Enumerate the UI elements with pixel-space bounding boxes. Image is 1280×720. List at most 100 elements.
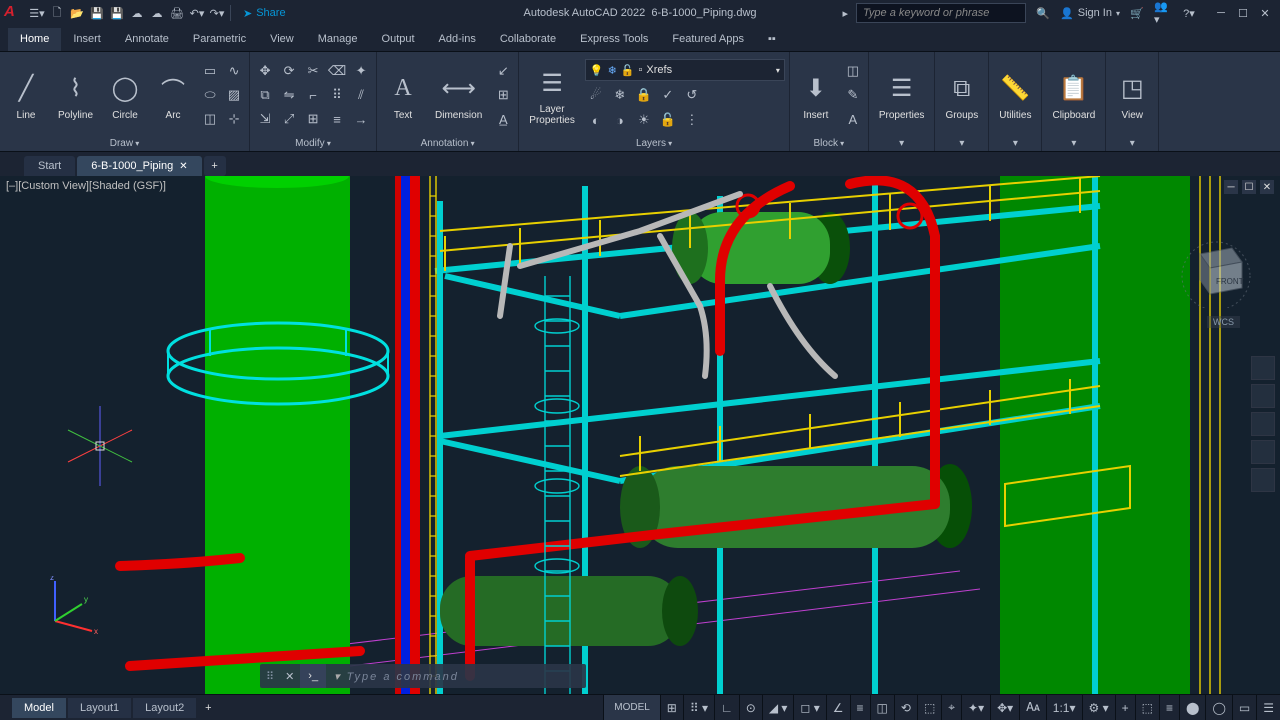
status-snap-icon[interactable]: ⠿ ▾	[683, 695, 714, 720]
copy-icon[interactable]: ⧉	[254, 84, 276, 106]
status-qprops-icon[interactable]: ≡	[1159, 695, 1179, 720]
create-block-icon[interactable]: ◫	[842, 60, 864, 82]
status-3dosnap-icon[interactable]: ⬚	[917, 695, 941, 720]
layer-lock-icon[interactable]: 🔒	[633, 84, 655, 106]
signin-button[interactable]: 👤 Sign In ▾	[1060, 7, 1120, 20]
share-button[interactable]: ➤ Share	[243, 7, 286, 20]
panel-utilities-expand[interactable]: ▾	[993, 136, 1037, 151]
maximize-icon[interactable]: ☐	[1234, 4, 1252, 22]
plot-icon[interactable]: 🖨	[168, 4, 186, 22]
nav-showmotion-icon[interactable]	[1251, 468, 1275, 492]
layer-properties-button[interactable]: ☰Layer Properties	[523, 62, 581, 128]
layer-dropdown[interactable]: 💡❄🔓▫ Xrefs ▾	[585, 59, 785, 81]
search-icon[interactable]: 🔍	[1034, 4, 1052, 22]
properties-button[interactable]: ☰Properties	[873, 68, 931, 123]
status-dynucs-icon[interactable]: ⌖	[941, 695, 961, 720]
redo-icon[interactable]: ↷▾	[208, 4, 226, 22]
file-tab-add-icon[interactable]: +	[204, 156, 226, 176]
status-cycling-icon[interactable]: ⟲	[894, 695, 917, 720]
layer-prev-icon[interactable]: ↺	[681, 84, 703, 106]
panel-groups-expand[interactable]: ▾	[939, 136, 984, 151]
layer-state-icon[interactable]: ⋮	[681, 109, 703, 131]
arrayrect-icon[interactable]: ⊞	[302, 108, 324, 130]
undo-icon[interactable]: ↶▾	[188, 4, 206, 22]
viewport-max-icon[interactable]: ☐	[1242, 180, 1256, 194]
view-button[interactable]: ◳View	[1110, 68, 1154, 123]
trim-icon[interactable]: ✂	[302, 60, 324, 82]
scale-icon[interactable]: ⤢	[278, 108, 300, 130]
status-scale-button[interactable]: 1:1 ▾	[1046, 695, 1082, 720]
status-model-button[interactable]: MODEL	[603, 695, 660, 720]
status-clean-icon[interactable]: ▭	[1232, 695, 1256, 720]
layout-tab-add-icon[interactable]: +	[198, 702, 218, 714]
groups-button[interactable]: ⧉Groups	[939, 68, 984, 123]
status-filter-icon[interactable]: ✦▾	[961, 695, 990, 720]
status-workspace-icon[interactable]: ⚙ ▾	[1082, 695, 1115, 720]
tab-insert[interactable]: Insert	[61, 28, 113, 51]
array-icon[interactable]: ⠿	[326, 84, 348, 106]
extend-icon[interactable]: →	[350, 108, 372, 130]
tab-overflow-icon[interactable]: ▪▪	[756, 28, 788, 51]
tab-manage[interactable]: Manage	[306, 28, 370, 51]
arc-button[interactable]: ⌒Arc	[151, 68, 195, 123]
drawing-area[interactable]: [–][Custom View][Shaded (GSF)] ─ ☐ ✕	[0, 176, 1280, 694]
command-line[interactable]: ⠿ ✕ ›_ ▾ Type a command	[260, 664, 586, 688]
insert-block-button[interactable]: ⬇Insert	[794, 68, 838, 123]
layer-thaw-icon[interactable]: ☀	[633, 109, 655, 131]
stretch-icon[interactable]: ⇲	[254, 108, 276, 130]
app-store-icon[interactable]: 🛒	[1128, 4, 1146, 22]
cmd-grip-icon[interactable]: ⠿	[260, 670, 279, 683]
tab-home[interactable]: Home	[8, 28, 61, 51]
panel-layers-label[interactable]: Layers	[636, 138, 672, 149]
erase-icon[interactable]: ⌫	[326, 60, 348, 82]
tab-collaborate[interactable]: Collaborate	[488, 28, 568, 51]
panel-draw-label[interactable]: Draw	[110, 138, 140, 149]
qat-menu-icon[interactable]: ☰▾	[28, 4, 46, 22]
app-logo[interactable]: A	[4, 3, 24, 23]
offset-icon[interactable]: ⫽	[350, 84, 372, 106]
nav-pan-icon[interactable]	[1251, 384, 1275, 408]
layer-unlock-icon[interactable]: 🔓	[657, 109, 679, 131]
tab-output[interactable]: Output	[370, 28, 427, 51]
viewport-close-icon[interactable]: ✕	[1260, 180, 1274, 194]
hatch-icon[interactable]: ▨	[223, 84, 245, 106]
layer-uniso-icon[interactable]: ◑	[609, 109, 631, 131]
layer-iso-icon[interactable]: ◐	[585, 109, 607, 131]
layer-match-icon[interactable]: ✓	[657, 84, 679, 106]
file-tab-close-icon[interactable]: ✕	[179, 161, 187, 172]
layout-tab-2[interactable]: Layout2	[133, 698, 196, 718]
saveas-icon[interactable]: 💾	[108, 4, 126, 22]
spline-icon[interactable]: ∿	[223, 60, 245, 82]
close-icon[interactable]: ✕	[1256, 4, 1274, 22]
connect-icon[interactable]: 👥▾	[1154, 4, 1172, 22]
utilities-button[interactable]: 📏Utilities	[993, 68, 1037, 123]
nav-zoom-icon[interactable]	[1251, 412, 1275, 436]
status-transparency-icon[interactable]: ◫	[870, 695, 894, 720]
layer-freeze-icon[interactable]: ❄	[609, 84, 631, 106]
mtext-icon[interactable]: A̲	[492, 108, 514, 130]
region-icon[interactable]: ◫	[199, 108, 221, 130]
nav-wheel-icon[interactable]	[1251, 356, 1275, 380]
open-icon[interactable]: 📂	[68, 4, 86, 22]
save-icon[interactable]: 💾	[88, 4, 106, 22]
table-icon[interactable]: ⊞	[492, 84, 514, 106]
search-input[interactable]: Type a keyword or phrase	[856, 3, 1026, 23]
viewport-label[interactable]: [–][Custom View][Shaded (GSF)]	[6, 180, 166, 192]
attrib-icon[interactable]: A	[842, 108, 864, 130]
cmd-close-icon[interactable]: ✕	[279, 670, 300, 683]
new-icon[interactable]: 🗋	[48, 4, 66, 22]
status-annomon-icon[interactable]: +	[1115, 695, 1135, 720]
cmd-prompt-icon[interactable]: ›_	[300, 664, 326, 688]
command-input[interactable]: ▾ Type a command	[326, 670, 586, 683]
status-isolate-icon[interactable]: ◯	[1205, 695, 1231, 720]
panel-modify-label[interactable]: Modify	[295, 138, 331, 149]
file-tab-document[interactable]: 6-B-1000_Piping✕	[77, 156, 201, 176]
fillet-icon[interactable]: ⌐	[302, 84, 324, 106]
panel-properties-expand[interactable]: ▾	[873, 136, 931, 151]
status-gizmo-icon[interactable]: ✥▾	[990, 695, 1019, 720]
status-units-icon[interactable]: ⬚	[1135, 695, 1159, 720]
status-hardware-icon[interactable]: ⬤	[1179, 695, 1205, 720]
help-icon[interactable]: ?▾	[1180, 4, 1198, 22]
panel-view-expand[interactable]: ▾	[1110, 136, 1154, 151]
layout-tab-1[interactable]: Layout1	[68, 698, 131, 718]
